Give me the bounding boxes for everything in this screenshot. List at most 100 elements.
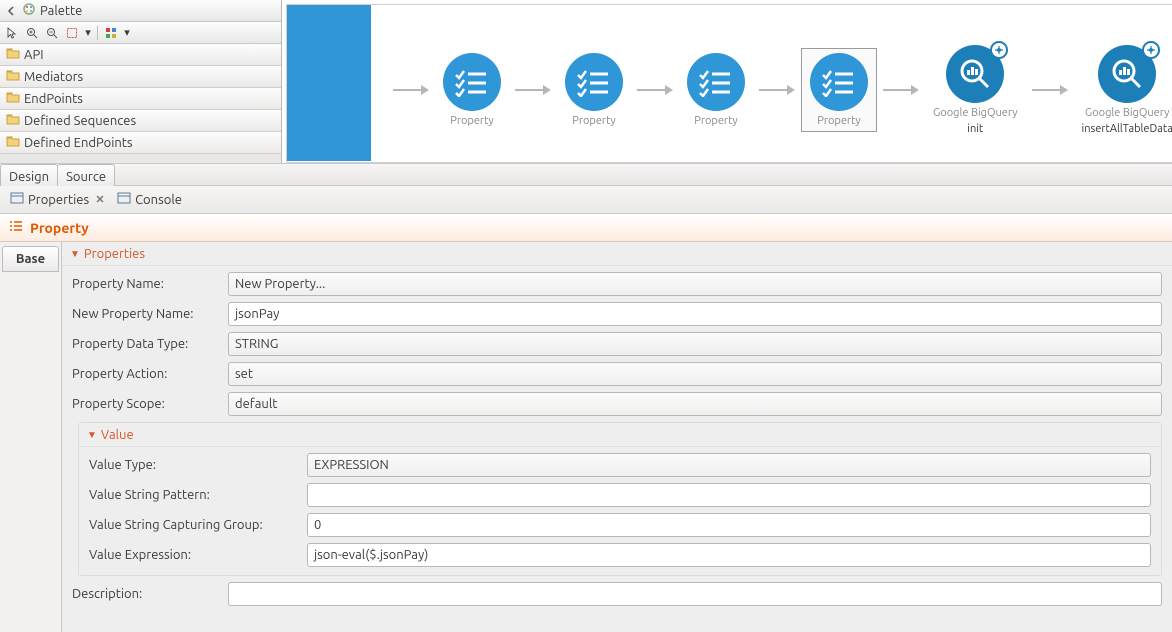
dropdown-arrow-icon[interactable]: ▾ (123, 25, 131, 41)
connector-badge-icon (990, 41, 1008, 59)
field-data-type-value: STRING (235, 337, 278, 351)
palette-drawer-label: Mediators (24, 70, 83, 84)
field-new-property-name[interactable]: jsonPay (228, 302, 1162, 326)
form-area: ▼ Properties Property Name: New Property… (62, 242, 1172, 632)
folder-icon (6, 47, 24, 62)
node-circle-icon (687, 53, 745, 111)
label-action: Property Action: (72, 367, 228, 381)
section-properties-title: Properties (84, 247, 145, 261)
property-node[interactable]: Property (435, 49, 509, 131)
label-data-type: Property Data Type: (72, 337, 228, 351)
palette-drawer-label: API (24, 48, 44, 62)
side-tabs: Base (0, 242, 62, 632)
folder-icon (6, 113, 24, 128)
node-label: Property (450, 115, 493, 127)
canvas-pane[interactable]: Property Property Property Property Google B… (282, 0, 1172, 163)
section-value-header[interactable]: ▼ Value (79, 423, 1161, 447)
field-action-value: set (235, 367, 253, 381)
palette-drawer[interactable]: Defined EndPoints (0, 132, 281, 154)
design-source-tabs: Design Source (0, 164, 1172, 186)
marquee-tool-icon[interactable] (64, 25, 80, 41)
console-view-icon (117, 191, 131, 208)
node-type-label: Google BigQuery (1085, 107, 1170, 119)
field-action[interactable]: set (228, 362, 1162, 386)
sequence-start-block[interactable] (287, 5, 371, 161)
flow-arrow (883, 89, 919, 91)
tab-base[interactable]: Base (2, 246, 59, 272)
zoom-out-icon[interactable] (44, 25, 60, 41)
node-label: init (967, 123, 983, 135)
field-scope[interactable]: default (228, 392, 1162, 416)
field-data-type[interactable]: STRING (228, 332, 1162, 356)
palette-title: Palette (40, 4, 82, 18)
label-description: Description: (72, 587, 228, 601)
section-properties-header[interactable]: ▼ Properties (62, 242, 1172, 266)
palette-drawer[interactable]: Defined Sequences (0, 110, 281, 132)
palette-drawer-label: Defined EndPoints (24, 136, 133, 150)
node-circle-icon (443, 53, 501, 111)
field-value-expression-value: json-eval($.jsonPay) (314, 548, 428, 562)
field-value-type-value: EXPRESSION (314, 458, 389, 472)
field-value-type[interactable]: EXPRESSION (307, 453, 1151, 477)
flow-arrow (515, 89, 551, 91)
flow-arrow (393, 89, 429, 91)
field-property-name-value: New Property... (235, 277, 325, 291)
node-circle-icon (946, 45, 1004, 103)
label-new-property-name: New Property Name: (72, 307, 228, 321)
field-capturing-group[interactable]: 0 (307, 513, 1151, 537)
node-label: Property (694, 115, 737, 127)
label-scope: Property Scope: (72, 397, 228, 411)
label-property-name: Property Name: (72, 277, 228, 291)
back-icon[interactable] (4, 6, 18, 16)
label-value-pattern: Value String Pattern: (89, 488, 307, 502)
label-value-expression: Value Expression: (89, 548, 307, 562)
close-icon[interactable] (95, 193, 105, 207)
node-label: Property (572, 115, 615, 127)
layout-tool-icon[interactable] (103, 25, 119, 41)
palette-drawer[interactable]: API (0, 44, 281, 66)
field-value-expression[interactable]: json-eval($.jsonPay) (307, 543, 1151, 567)
field-value-pattern[interactable] (307, 483, 1151, 507)
palette-header: Palette (0, 0, 281, 22)
folder-icon (6, 69, 24, 84)
palette-drawer-label: EndPoints (24, 92, 83, 106)
views-bar: Properties Console (0, 186, 1172, 214)
tab-console[interactable]: Console (113, 189, 186, 210)
field-new-property-name-value: jsonPay (235, 307, 279, 321)
pointer-tool-icon[interactable] (4, 25, 20, 41)
property-node[interactable]: Property (679, 49, 753, 131)
palette-drawer[interactable]: Mediators (0, 66, 281, 88)
node-circle-icon (810, 53, 868, 111)
folder-icon (6, 135, 24, 150)
flow-arrow (637, 89, 673, 91)
connector-badge-icon (1142, 41, 1160, 59)
collapse-triangle-icon: ▼ (70, 248, 80, 260)
palette-icon (22, 2, 36, 19)
tab-source-label: Source (66, 170, 106, 184)
dropdown-arrow-icon[interactable]: ▾ (84, 25, 92, 41)
tab-properties[interactable]: Properties (6, 189, 109, 210)
bigquery-node[interactable]: Google BigQueryinit (925, 41, 1026, 139)
node-label: Property (817, 115, 860, 127)
property-node[interactable]: Property (557, 49, 631, 131)
tab-base-label: Base (16, 252, 45, 266)
flow-arrow (1032, 89, 1068, 91)
tab-design[interactable]: Design (0, 164, 58, 186)
property-header-title: Property (30, 220, 89, 236)
field-description[interactable] (228, 582, 1162, 606)
label-value-type: Value Type: (89, 458, 307, 472)
palette-drawer[interactable]: EndPoints (0, 88, 281, 110)
tab-console-label: Console (135, 193, 182, 207)
field-property-name[interactable]: New Property... (228, 272, 1162, 296)
folder-icon (6, 91, 24, 106)
palette-drawer-label: Defined Sequences (24, 114, 136, 128)
field-capturing-group-value: 0 (314, 518, 321, 532)
property-header: Property (0, 214, 1172, 242)
bigquery-node[interactable]: Google BigQueryinsertAllTableData (1074, 41, 1172, 139)
tab-source[interactable]: Source (57, 164, 115, 186)
label-capturing-group: Value String Capturing Group: (89, 518, 307, 532)
property-node[interactable]: Property (801, 48, 877, 132)
palette-toolbar: ▾ ▾ (0, 22, 281, 44)
zoom-in-icon[interactable] (24, 25, 40, 41)
node-circle-icon (565, 53, 623, 111)
